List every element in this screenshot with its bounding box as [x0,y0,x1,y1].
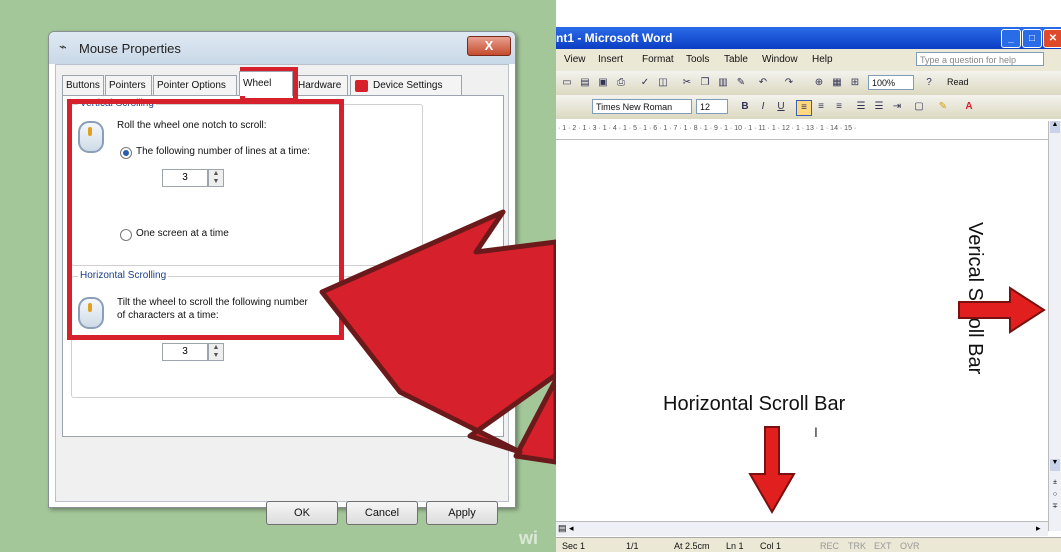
research-icon[interactable]: ◫ [656,76,670,90]
status-sec: Sec 1 [562,541,586,551]
read-button[interactable]: Read [944,75,988,90]
word-title: nt1 - Microsoft Word [556,31,673,45]
new-doc-icon[interactable]: ▭ [560,76,574,90]
scroll-right-icon[interactable]: ▸ [1036,523,1041,534]
down-arrow-icon [748,426,796,514]
font-color-icon[interactable]: A [962,100,976,114]
menu-format[interactable]: Format [642,54,674,65]
word-panel: nt1 - Microsoft Word _ □ ✕ View Insert F… [556,0,1061,552]
mouse-properties-panel: ⌁ Mouse Properties X Buttons Pointers Po… [0,0,556,552]
text-cursor-icon: I [814,424,818,440]
insert-table-icon[interactable]: ⊞ [848,76,862,90]
menu-window[interactable]: Window [762,54,798,65]
minimize-button[interactable]: _ [1001,29,1021,48]
status-at: At 2.5cm [674,541,710,551]
menu-insert[interactable]: Insert [598,54,623,65]
menu-tools[interactable]: Tools [686,54,709,65]
border-icon[interactable]: ▢ [912,100,926,114]
hyperlink-icon[interactable]: ⊕ [812,76,826,90]
menu-table[interactable]: Table [724,54,748,65]
status-bar: Sec 1 1/1 At 2.5cm Ln 1 Col 1 REC TRK EX… [556,537,1061,552]
status-rec: REC [820,541,840,551]
formatting-toolbar: Times New Roman 12 B I U ≡ ≡ ≡ ☰ ☰ ⇥ ▢ ✎… [556,95,1061,119]
print-icon[interactable]: ⎙ [614,76,628,90]
bold-icon[interactable]: B [738,100,752,114]
numbering-icon[interactable]: ☰ [854,100,868,114]
align-center-icon[interactable]: ≡ [814,100,828,114]
close-window-button[interactable]: ✕ [1043,29,1061,48]
right-arrow-icon [958,286,1046,334]
align-left-icon[interactable]: ≡ [796,100,812,116]
horizontal-scrollbar[interactable]: ▤ ◂ ▸ [556,521,1048,536]
align-right-icon[interactable]: ≡ [832,100,846,114]
status-ln: Ln 1 [726,541,744,551]
word-titlebar: nt1 - Microsoft Word _ □ ✕ [556,27,1061,49]
open-icon[interactable]: ▤ [578,76,592,90]
watermark: wi [519,528,539,548]
help-icon[interactable]: ? [922,76,936,90]
status-trk: TRK [848,541,866,551]
cut-icon[interactable]: ✂ [680,76,694,90]
scroll-up-icon[interactable]: ▲ [1050,121,1060,133]
status-ext: EXT [874,541,892,551]
scroll-down-icon[interactable]: ▼ [1050,459,1060,471]
browse-object-icon[interactable]: ± ○ ∓ [1051,477,1059,517]
zoom-select[interactable]: 100% [868,75,914,90]
maximize-button[interactable]: □ [1022,29,1042,48]
paste-icon[interactable]: ▥ [716,76,730,90]
copy-icon[interactable]: ❐ [698,76,712,90]
bullets-icon[interactable]: ☰ [872,100,886,114]
view-buttons-icon[interactable]: ▤ ◂ [558,523,574,534]
tab-wheel[interactable]: Wheel [239,71,293,96]
format-painter-icon[interactable]: ✎ [734,76,748,90]
status-ovr: OVR [900,541,920,551]
save-icon[interactable]: ▣ [596,76,610,90]
horizontal-scroll-bar-annotation: Horizontal Scroll Bar [663,393,846,415]
status-col: Col 1 [760,541,782,551]
undo-icon[interactable]: ↶ [756,76,770,90]
redo-icon[interactable]: ↷ [782,76,796,90]
horizontal-ruler: · 1 · 2 · 1 · 3 · 1 · 4 · 1 · 5 · 1 · 6 … [556,121,1048,140]
standard-toolbar: ▭ ▤ ▣ ⎙ ✓ ◫ ✂ ❐ ▥ ✎ ↶ ↷ ⊕ ▦ ⊞ 100% ? Rea… [556,71,1061,95]
italic-icon[interactable]: I [756,100,770,114]
tables-icon[interactable]: ▦ [830,76,844,90]
font-name-select[interactable]: Times New Roman [592,99,692,114]
font-size-select[interactable]: 12 [696,99,728,114]
spelling-icon[interactable]: ✓ [638,76,652,90]
indent-icon[interactable]: ⇥ [890,100,904,114]
word-menubar: View Insert Format Tools Table Window He… [556,49,1061,71]
menu-view[interactable]: View [564,54,586,65]
ruler-marks: · 1 · 2 · 1 · 3 · 1 · 4 · 1 · 5 · 1 · 6 … [558,125,857,132]
status-page: 1/1 [626,541,639,551]
underline-icon[interactable]: U [774,100,788,114]
highlight-icon[interactable]: ✎ [936,100,950,114]
menu-help[interactable]: Help [812,54,833,65]
help-search-input[interactable]: Type a question for help [916,52,1044,66]
